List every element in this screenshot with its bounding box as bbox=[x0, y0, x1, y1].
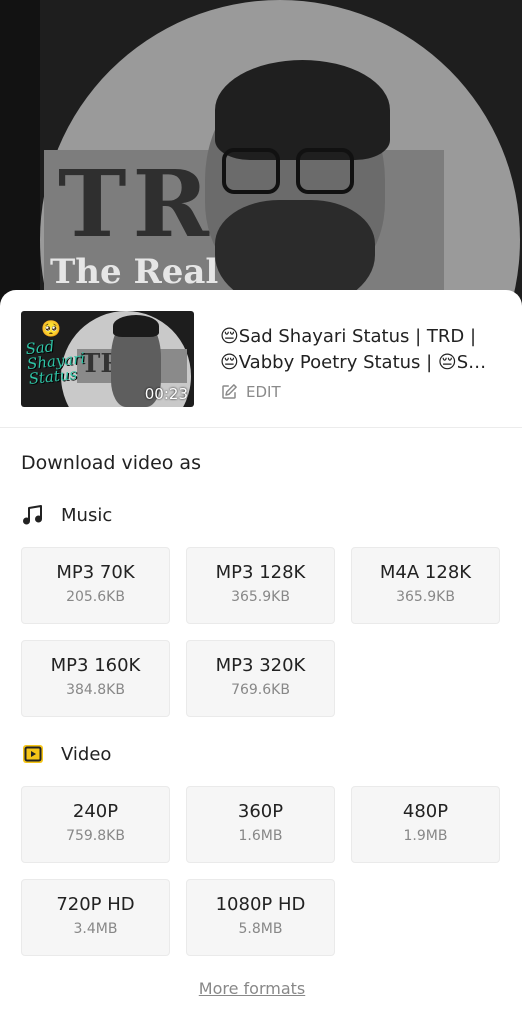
option-size: 384.8KB bbox=[66, 682, 125, 698]
video-option-360p[interactable]: 360P 1.6MB bbox=[186, 786, 335, 863]
video-option-480p[interactable]: 480P 1.9MB bbox=[351, 786, 500, 863]
option-label: 720P HD bbox=[56, 894, 135, 915]
background-dark-strip bbox=[0, 0, 40, 320]
option-size: 1.9MB bbox=[403, 828, 448, 844]
edit-label: EDIT bbox=[246, 383, 281, 401]
background-person-hair bbox=[215, 60, 390, 160]
option-size: 365.9KB bbox=[396, 589, 455, 605]
music-category: Music bbox=[21, 503, 112, 527]
option-label: 240P bbox=[72, 801, 119, 822]
thumbnail-script-text: Sad Shayari Status bbox=[24, 337, 86, 389]
more-formats-link[interactable]: More formats bbox=[0, 979, 502, 998]
option-label: 1080P HD bbox=[215, 894, 306, 915]
video-option-240p[interactable]: 240P 759.8KB bbox=[21, 786, 170, 863]
edit-title-button[interactable]: EDIT bbox=[220, 383, 281, 401]
music-option-mp3-160k[interactable]: MP3 160K 384.8KB bbox=[21, 640, 170, 717]
video-duration: 00:23 bbox=[144, 385, 188, 403]
video-option-1080p-hd[interactable]: 1080P HD 5.8MB bbox=[186, 879, 335, 956]
background-glasses bbox=[222, 148, 362, 200]
music-option-m4a-128k[interactable]: M4A 128K 365.9KB bbox=[351, 547, 500, 624]
download-heading: Download video as bbox=[21, 452, 201, 474]
option-size: 1.6MB bbox=[238, 828, 283, 844]
option-label: 360P bbox=[237, 801, 284, 822]
video-category-label: Video bbox=[61, 743, 112, 765]
option-label: MP3 128K bbox=[215, 562, 306, 583]
option-label: MP3 320K bbox=[215, 655, 306, 676]
video-play-icon bbox=[23, 745, 43, 763]
music-note-icon bbox=[23, 505, 42, 525]
download-bottom-sheet: TRD 🥺 Sad Shayari Status 00:23 😔Sad Shay… bbox=[0, 290, 522, 1024]
video-preview-background: TRD: The Real Dice bbox=[0, 0, 522, 320]
video-category: Video bbox=[21, 742, 111, 766]
option-size: 3.4MB bbox=[73, 921, 118, 937]
music-option-mp3-70k[interactable]: MP3 70K 205.6KB bbox=[21, 547, 170, 624]
video-info-header: TRD 🥺 Sad Shayari Status 00:23 😔Sad Shay… bbox=[0, 290, 522, 428]
option-label: MP3 70K bbox=[56, 562, 135, 583]
music-option-mp3-128k[interactable]: MP3 128K 365.9KB bbox=[186, 547, 335, 624]
option-size: 205.6KB bbox=[66, 589, 125, 605]
option-label: MP3 160K bbox=[50, 655, 141, 676]
music-category-label: Music bbox=[61, 504, 113, 526]
thumbnail-person-hair bbox=[113, 315, 159, 337]
video-thumbnail[interactable]: TRD 🥺 Sad Shayari Status 00:23 bbox=[21, 311, 194, 407]
option-size: 759.8KB bbox=[66, 828, 125, 844]
music-option-mp3-320k[interactable]: MP3 320K 769.6KB bbox=[186, 640, 335, 717]
video-option-720p-hd[interactable]: 720P HD 3.4MB bbox=[21, 879, 170, 956]
option-size: 5.8MB bbox=[238, 921, 283, 937]
option-label: 480P bbox=[402, 801, 449, 822]
option-label: M4A 128K bbox=[379, 562, 472, 583]
video-title: 😔Sad Shayari Status | TRD | 😔Vabby Poetr… bbox=[220, 326, 491, 373]
thumbnail-emoji: 🥺 bbox=[41, 319, 61, 338]
option-size: 365.9KB bbox=[231, 589, 290, 605]
edit-icon bbox=[222, 384, 237, 399]
option-size: 769.6KB bbox=[231, 682, 290, 698]
